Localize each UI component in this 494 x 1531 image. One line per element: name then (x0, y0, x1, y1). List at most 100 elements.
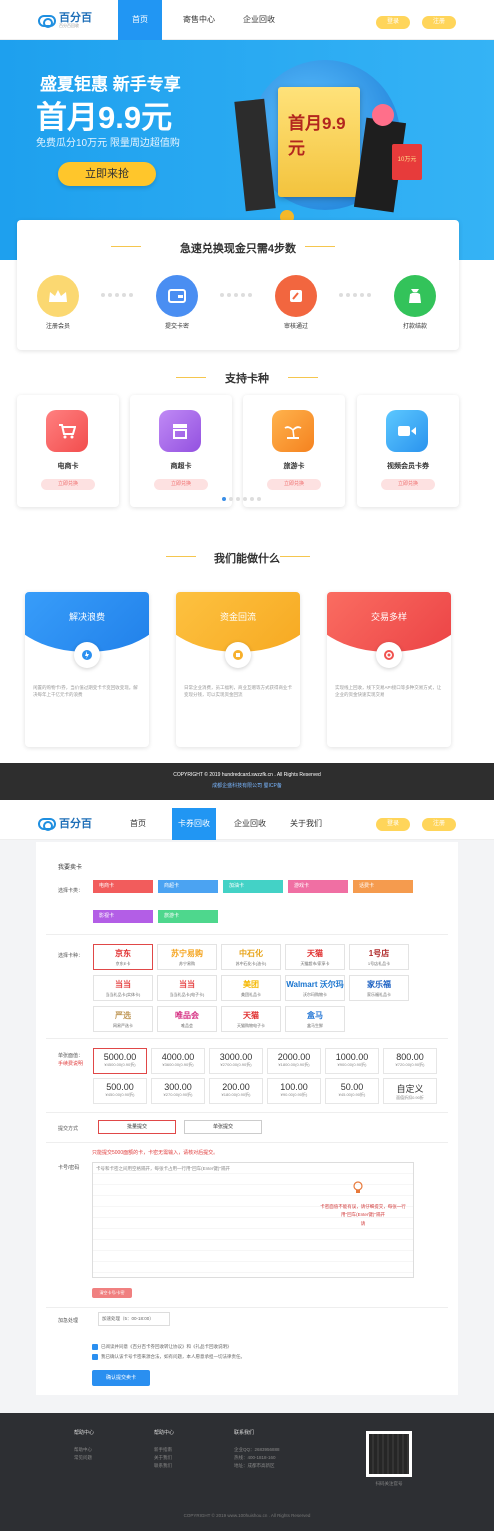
icp-link[interactable]: 成都企盛科技有限公司 蜀ICP备 (0, 782, 494, 789)
nav-consignment[interactable]: 寄售中心 (172, 0, 226, 40)
denomination-option[interactable]: 50.00 ¥45.00(0.90折) (325, 1078, 379, 1104)
footer-link[interactable]: 帮助中心 (74, 1447, 92, 1453)
clear-codes-button[interactable]: 清空卡号/卡密 (92, 1288, 132, 1298)
gift-card-text: 首月9.9元 (288, 114, 346, 158)
exchange-button[interactable]: 立即兑换 (267, 479, 321, 490)
card-type-travel[interactable]: 旅游卡 (158, 910, 218, 923)
brand-option[interactable]: 京东 京东E卡 (93, 944, 153, 970)
denomination-value: 500.00 (106, 1082, 134, 1092)
agree-checkbox-1[interactable] (92, 1344, 98, 1350)
footer-link[interactable]: 新手指南 (154, 1447, 172, 1453)
footer-link[interactable]: 关于我们 (154, 1455, 172, 1461)
denomination-price: ¥450.00(0.90折) (105, 1092, 135, 1097)
card-type-supermarket[interactable]: 商超卡 (158, 880, 218, 893)
denomination-price: ¥900.00(0.90折) (337, 1062, 367, 1067)
login-button[interactable]: 登录 (376, 16, 410, 29)
batch-submit-option[interactable]: 批量提交 (98, 1120, 176, 1134)
single-submit-option[interactable]: 单张提交 (184, 1120, 262, 1134)
nav-enterprise[interactable]: 企业回收 (228, 808, 272, 840)
red-envelope-illustration: 10万元 (392, 144, 422, 180)
nav-home[interactable]: 首页 (116, 808, 160, 840)
speed-select[interactable]: 加速处理（5：00-18:00） (98, 1312, 170, 1326)
denomination-value: 自定义 (396, 1084, 424, 1094)
carousel-dots[interactable] (222, 497, 261, 501)
denomination-option[interactable]: 500.00 ¥450.00(0.90折) (93, 1078, 147, 1104)
denomination-option[interactable]: 3000.00 ¥2700.00(0.90折) (209, 1048, 263, 1074)
nav-enterprise[interactable]: 企业回收 (232, 0, 286, 40)
agree-text-2: 我已确认该卡号卡密来源合法，如有问题，本人愿意承担一切法律责任。 (101, 1354, 245, 1359)
brand-name: 天猫超市/家享卡 (300, 961, 330, 966)
register-button[interactable]: 注册 (422, 16, 456, 29)
brand-name: 当当礼品卡(电子卡) (169, 992, 205, 997)
card-type-movie[interactable]: 影视卡 (93, 910, 153, 923)
brand-logo: 天猫 (243, 1011, 259, 1020)
hero-cta-button[interactable]: 立即来抢 (58, 162, 156, 186)
sell-heading: 我要卖卡 (58, 865, 83, 871)
nav-about[interactable]: 关于我们 (284, 808, 328, 840)
denomination-option[interactable]: 100.00 ¥90.00(0.90折) (267, 1078, 321, 1104)
denomination-value: 100.00 (280, 1082, 308, 1092)
step-dots (339, 293, 371, 297)
feature-card-waste: 解决浪费 闲置的购物卡/券，当价值过期变卡卡变回收变现。解决每年上千亿元卡的浪费 (25, 592, 149, 747)
card-code-textarea[interactable]: 卡号和卡密之间用空格隔开，每张卡占用一行用"回车(Enter键)"隔开 卡密面值… (92, 1162, 414, 1278)
brand-option[interactable]: 苏宁易购 苏宁易购 (157, 944, 217, 970)
fee-note: 手续费说明 (58, 1061, 84, 1067)
brand-option[interactable]: 盒马 盒马生鲜 (285, 1006, 345, 1032)
support-card-travel[interactable]: 旅游卡 立即兑换 (243, 395, 345, 507)
steps-card: 急速兑换现金只需4步数 注册会员 提交卡密 审核通过 打款结款 (17, 220, 459, 350)
feature-desc: 闲置的购物卡/券，当价值过期变卡卡变回收变现。解决每年上千亿元卡的浪费 (33, 685, 138, 697)
brand-name: 苏中石化卡(油卡) (235, 961, 267, 966)
brand-option[interactable]: 当当 当当礼品卡(实体卡) (93, 975, 153, 1001)
support-card-name: 视频会员卡券 (387, 463, 429, 470)
brand-option[interactable]: 严选 网易严选卡 (93, 1006, 153, 1032)
support-card-name: 旅游卡 (283, 463, 305, 470)
confirm-submit-button[interactable]: 确认提交卖卡 (92, 1370, 150, 1386)
exchange-button[interactable]: 立即兑换 (154, 479, 208, 490)
support-card-video[interactable]: 视频会员卡券 立即兑换 (357, 395, 459, 507)
logo[interactable]: 百分百 百分百回收 (38, 13, 92, 29)
step-label: 打款结款 (402, 324, 427, 330)
denomination-option[interactable]: 2000.00 ¥1800.00(0.90折) (267, 1048, 321, 1074)
denomination-option[interactable]: 自定义 面值折扣0.90折 (383, 1078, 437, 1104)
support-card-supermarket[interactable]: 商超卡 立即兑换 (130, 395, 232, 507)
exchange-button[interactable]: 立即兑换 (381, 479, 435, 490)
brand-option[interactable]: 1号店 1号店礼品卡 (349, 944, 409, 970)
brand-option[interactable]: 天猫 天猫购物电子卡 (221, 1006, 281, 1032)
brand-option[interactable]: 当当 当当礼品卡(电子卡) (157, 975, 217, 1001)
footer-link[interactable]: 常见问题 (74, 1455, 92, 1461)
denomination-option[interactable]: 4000.00 ¥3600.00(0.90折) (151, 1048, 205, 1074)
card-type-fuel[interactable]: 加油卡 (223, 880, 283, 893)
register-button[interactable]: 注册 (422, 818, 456, 831)
top-nav: 百分百 百分百回收 首页 寄售中心 企业回收 登录 注册 (0, 0, 494, 40)
nav-card-recycle[interactable]: 卡券回收 (172, 808, 216, 840)
brand-name: 京东E卡 (115, 961, 131, 966)
step-dots (220, 293, 252, 297)
card-type-ecommerce[interactable]: 电商卡 (93, 880, 153, 893)
denomination-option[interactable]: 1000.00 ¥900.00(0.90折) (325, 1048, 379, 1074)
brand-option[interactable]: 家乐福 家乐福礼品卡 (349, 975, 409, 1001)
brand-option[interactable]: Walmart 沃尔玛 沃尔玛购物卡 (285, 975, 345, 1001)
title-decoration-left (176, 377, 206, 378)
contact-address: 地址：成都市高新区 (234, 1463, 275, 1468)
brand-logo: 天猫 (307, 949, 323, 958)
brand-option[interactable]: 天猫天猫超市/家享卡 (285, 944, 345, 970)
card-type-game[interactable]: 游戏卡 (288, 880, 348, 893)
footer-link[interactable]: 联系我们 (154, 1463, 172, 1469)
login-button[interactable]: 登录 (376, 818, 410, 831)
denomination-option[interactable]: 200.00 ¥180.00(0.90折) (209, 1078, 263, 1104)
denomination-option[interactable]: 300.00 ¥270.00(0.90折) (151, 1078, 205, 1104)
logo-text: 百分百 (59, 12, 92, 24)
card-code-label: 卡号/密码 (58, 1165, 80, 1171)
brand-option[interactable]: 唯品会 唯品会 (157, 1006, 217, 1032)
logo[interactable]: 百分百 (38, 818, 92, 831)
card-type-phone[interactable]: 话费卡 (353, 880, 413, 893)
brand-option[interactable]: 美团 美团礼品卡 (221, 975, 281, 1001)
nav-home[interactable]: 首页 (118, 0, 162, 40)
denomination-option[interactable]: 5000.00 ¥4500.00(0.90折) (93, 1048, 147, 1074)
agree-checkbox-2[interactable] (92, 1354, 98, 1360)
tip-text: 卡密面值不能有误，请仔细提交，每张一行用"回车(Enter键)"隔开 (320, 1204, 406, 1217)
exchange-button[interactable]: 立即兑换 (41, 479, 95, 490)
support-card-ecommerce[interactable]: 电商卡 立即兑换 (17, 395, 119, 507)
brand-option[interactable]: 中石化 苏中石化卡(油卡) (221, 944, 281, 970)
denomination-option[interactable]: 800.00 ¥720.00(0.90折) (383, 1048, 437, 1074)
